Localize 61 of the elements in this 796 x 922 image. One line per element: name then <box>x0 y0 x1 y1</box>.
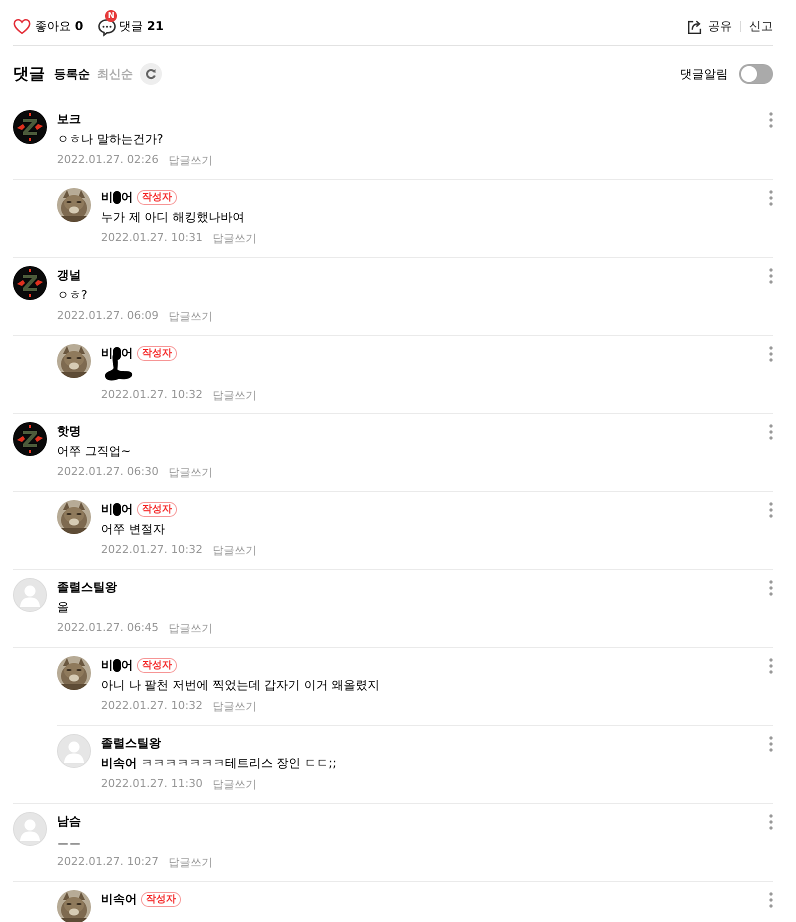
comment-text: 어쭈 그직업~ <box>57 443 132 459</box>
more-icon[interactable] <box>769 580 773 596</box>
author-name[interactable]: 갱널 <box>57 266 81 284</box>
comment-text: ㅡㅡ <box>57 833 82 849</box>
more-icon[interactable] <box>769 424 773 440</box>
more-icon[interactable] <box>769 892 773 908</box>
more-icon[interactable] <box>769 268 773 284</box>
comment-text: 비속어 ㅋㅋㅋㅋㅋㅋㅋ테트리스 장인 ㄷㄷ;; <box>101 755 338 771</box>
comment-date: 2022.01.27. 10:31 <box>101 231 203 246</box>
speech-bubble-icon[interactable] <box>97 16 118 36</box>
sort-tab[interactable]: 등록순 <box>54 66 90 82</box>
author-name[interactable]: 비속어 <box>101 890 137 908</box>
more-icon[interactable] <box>769 658 773 674</box>
report-link[interactable]: 신고 <box>749 18 773 35</box>
more-icon[interactable] <box>769 502 773 518</box>
comment-date: 2022.01.27. 06:30 <box>57 465 159 480</box>
comment-date: 2022.01.27. 10:32 <box>101 699 203 714</box>
author-name[interactable]: 보크 <box>57 110 81 128</box>
author-name[interactable]: 비 어 <box>101 188 133 206</box>
comment-date: 2022.01.27. 06:09 <box>57 309 159 324</box>
author-name[interactable]: 졸렬스틸왕 <box>101 734 161 752</box>
more-icon[interactable] <box>769 190 773 206</box>
author-badge: 작성자 <box>137 658 177 672</box>
alarm-label: 댓글알림 <box>680 66 728 82</box>
comment-date: 2022.01.27. 10:27 <box>57 855 159 870</box>
more-icon[interactable] <box>769 346 773 362</box>
alarm-toggle[interactable] <box>739 64 773 84</box>
author-name[interactable]: 졸렬스틸왕 <box>57 578 117 596</box>
comment-text: 어쭈 변절자 <box>101 521 166 537</box>
heart-icon[interactable] <box>13 18 31 35</box>
comment-count-label: 댓글 21 <box>119 18 164 35</box>
share-icon[interactable] <box>686 18 704 36</box>
author-name[interactable]: 핫명 <box>57 422 81 440</box>
author-badge: 작성자 <box>137 190 177 204</box>
section-title: 댓글 <box>13 64 45 84</box>
more-icon[interactable] <box>769 814 773 830</box>
comment-date: 2022.01.27. 11:30 <box>101 777 203 792</box>
share-link[interactable]: 공유 <box>708 18 732 35</box>
author-name[interactable]: 남슴 <box>57 812 81 830</box>
author-name[interactable]: 비 어 <box>101 500 133 518</box>
more-icon[interactable] <box>769 736 773 752</box>
z-logo-avatar-icon[interactable] <box>13 110 47 144</box>
comment-text: 아니 나 팔천 저번에 찍었는데 갑자기 이거 왜올렸지 <box>101 677 381 693</box>
z-logo-avatar-icon[interactable] <box>13 266 47 300</box>
author-badge: 작성자 <box>141 892 181 906</box>
comment-text: 올 <box>57 599 70 615</box>
more-icon[interactable] <box>769 112 773 128</box>
new-badge: N <box>105 10 118 22</box>
refresh-icon[interactable] <box>140 63 162 85</box>
z-logo-avatar-icon[interactable] <box>13 422 47 456</box>
comment-date: 2022.01.27. 06:45 <box>57 621 159 636</box>
comment-text: ㅇㅎ나 말하는건가? <box>57 131 164 147</box>
author-badge: 작성자 <box>137 502 177 516</box>
like-label: 좋아요 0 <box>35 18 84 35</box>
comment-text: ㅇㅎ? <box>57 287 88 303</box>
comment-date: 2022.01.27. 02:26 <box>57 153 159 168</box>
author-name[interactable]: 비 어 <box>101 656 133 674</box>
author-badge: 작성자 <box>137 346 177 360</box>
comment-date: 2022.01.27. 10:32 <box>101 388 203 403</box>
comment-text: 누가 제 아디 해킹했나바여 <box>101 209 246 225</box>
comment-date: 2022.01.27. 10:32 <box>101 543 203 558</box>
